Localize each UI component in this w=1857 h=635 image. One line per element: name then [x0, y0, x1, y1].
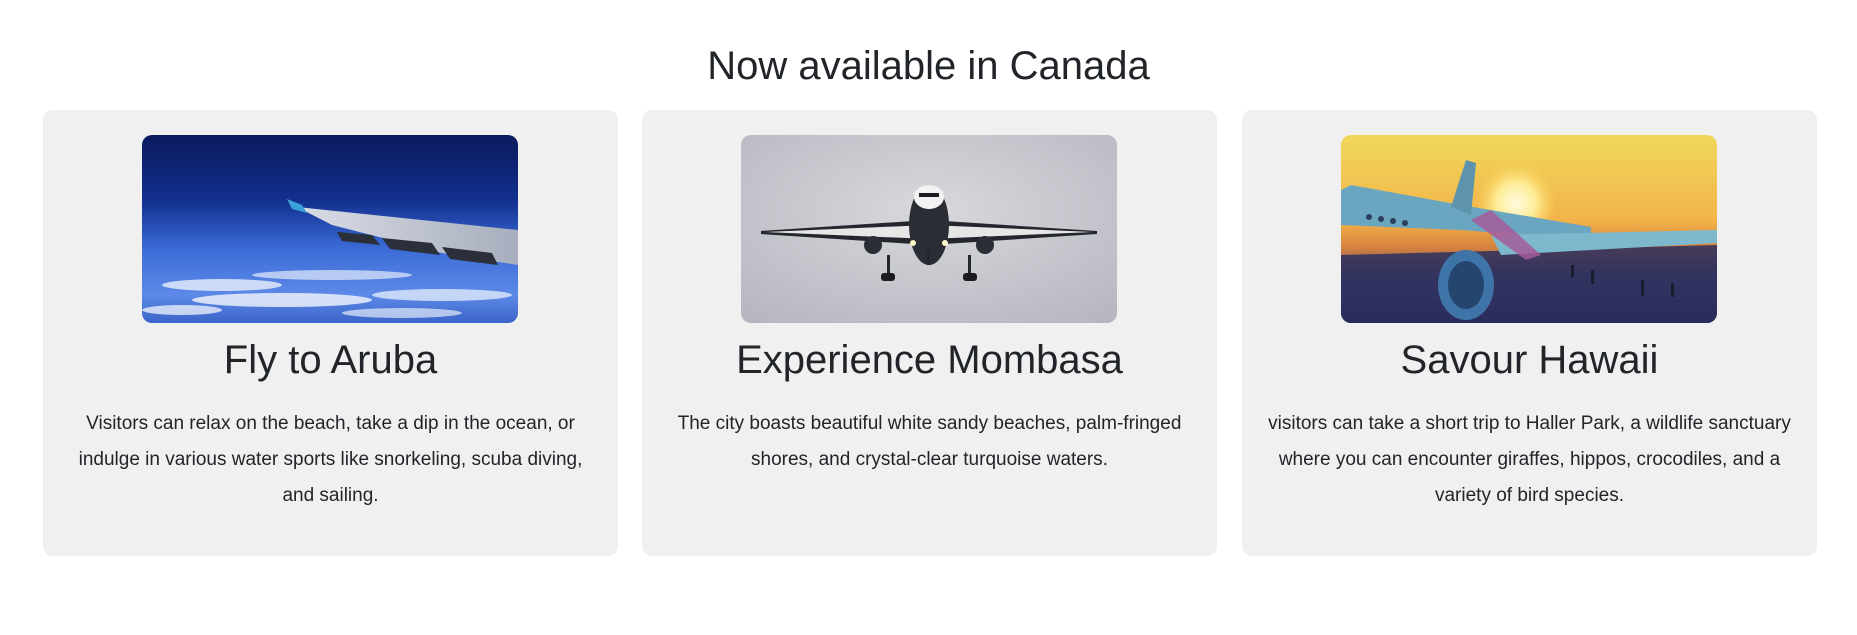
page: Now available in Canada Fly to Aruba Vis… — [0, 0, 1857, 635]
airplane-wing-image — [142, 135, 518, 323]
destination-card-aruba: Fly to Aruba Visitors can relax on the b… — [43, 110, 618, 556]
destination-card-hawaii: Savour Hawaii visitors can take a short … — [1242, 110, 1817, 556]
destination-card-mombasa: Experience Mombasa The city boasts beaut… — [642, 110, 1217, 556]
airplane-sunset-image — [1341, 135, 1717, 323]
card-description: Visitors can relax on the beach, take a … — [78, 413, 583, 506]
card-title: Savour Hawaii — [1400, 338, 1659, 382]
card-description: The city boasts beautiful white sandy be… — [677, 413, 1182, 470]
card-title: Experience Mombasa — [736, 338, 1123, 382]
airplane-front-image — [741, 135, 1117, 323]
card-title: Fly to Aruba — [223, 338, 438, 382]
card-description: visitors can take a short trip to Haller… — [1268, 413, 1791, 506]
section-title: Now available in Canada — [707, 44, 1150, 88]
